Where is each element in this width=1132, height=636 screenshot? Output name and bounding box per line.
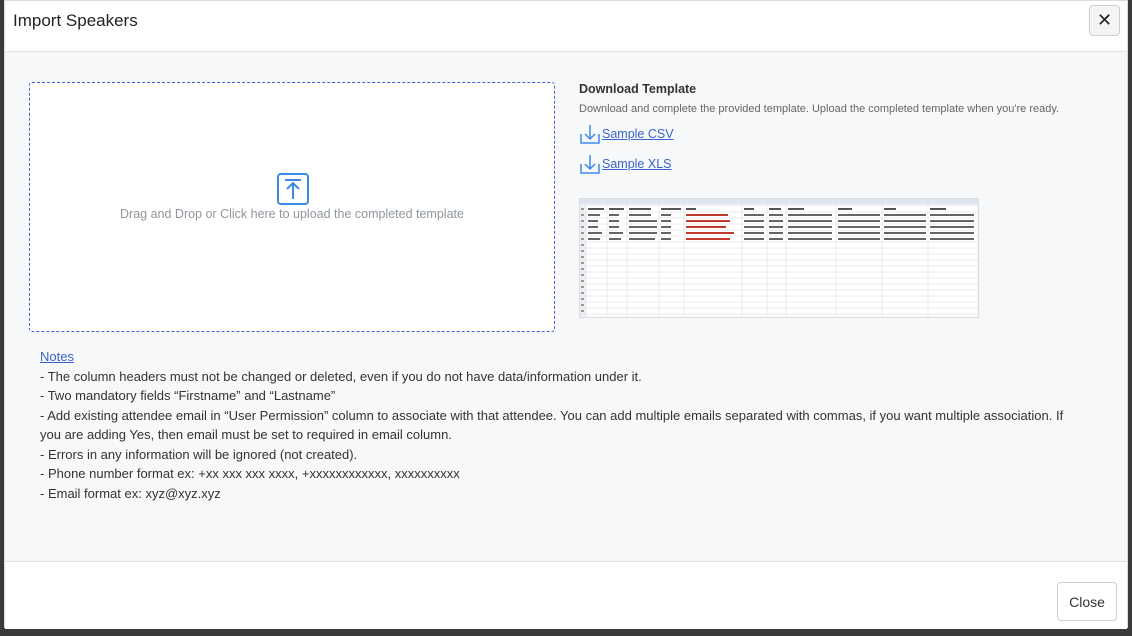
sample-csv-row[interactable]: Sample CSV: [579, 121, 1079, 147]
modal-title: Import Speakers: [13, 11, 138, 30]
modal-body: Drag and Drop or Click here to upload th…: [5, 52, 1127, 561]
upload-icon: [277, 173, 309, 205]
note-line: - Add existing attendee email in “User P…: [40, 407, 1064, 443]
sample-xls-row[interactable]: Sample XLS: [579, 151, 1079, 177]
note-line: - Errors in any information will be igno…: [40, 446, 358, 462]
close-button[interactable]: Close: [1057, 582, 1117, 621]
upload-dropzone[interactable]: Drag and Drop or Click here to upload th…: [29, 82, 555, 332]
notes-section: Notes - The column headers must not be c…: [40, 347, 1070, 503]
download-template-section: Download Template Download and complete …: [579, 82, 1079, 177]
dropzone-text: Drag and Drop or Click here to upload th…: [120, 207, 464, 221]
close-icon[interactable]: ✕: [1089, 5, 1120, 36]
note-line: - Email format ex: xyz@xyz.xyz: [40, 485, 221, 501]
download-icon: [580, 155, 600, 174]
sample-xls-link[interactable]: Sample XLS: [602, 157, 671, 171]
note-line: - Phone number format ex: +xx xxx xxx xx…: [40, 466, 460, 481]
download-template-title: Download Template: [579, 82, 697, 96]
template-preview-image: [579, 198, 979, 318]
download-template-description: Download and complete the provided templ…: [579, 103, 1060, 115]
note-line: - The column headers must not be changed…: [40, 368, 642, 384]
sample-csv-link[interactable]: Sample CSV: [602, 127, 674, 141]
modal-footer: Close: [5, 561, 1127, 629]
modal-header: Import Speakers ✕: [5, 1, 1127, 52]
notes-link[interactable]: Notes: [40, 349, 74, 364]
import-speakers-modal: Import Speakers ✕ Drag and Drop or Click…: [4, 0, 1128, 629]
note-line: - Two mandatory fields “Firstname” and “…: [40, 388, 336, 403]
download-icon: [580, 125, 600, 144]
